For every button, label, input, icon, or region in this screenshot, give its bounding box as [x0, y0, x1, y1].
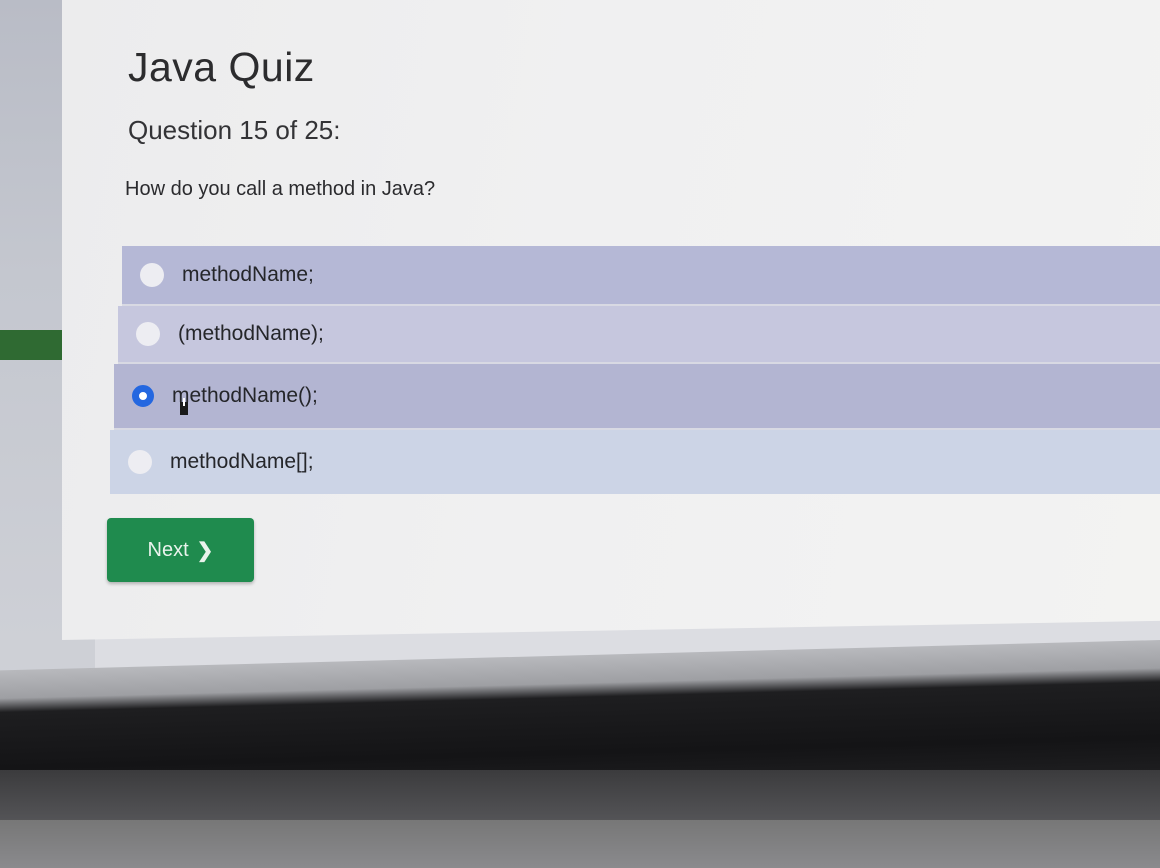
answer-option-1[interactable]: methodName;	[122, 246, 1160, 306]
monitor-screen: Java Quiz Question 15 of 25: How do you …	[0, 0, 1160, 690]
answer-option-label: (methodName);	[178, 322, 324, 345]
answer-option-label: methodName;	[182, 263, 314, 286]
radio-button-3-selected[interactable]	[132, 385, 154, 407]
text-cursor-icon	[180, 398, 188, 415]
question-text: How do you call a method in Java?	[125, 178, 436, 200]
answer-option-label: methodName[];	[170, 450, 314, 473]
chevron-right-icon: ❯	[196, 539, 214, 562]
question-progress: Question 15 of 25:	[128, 115, 341, 145]
radio-button-1[interactable]	[140, 263, 164, 287]
desk-edge	[0, 820, 1160, 868]
answer-option-4[interactable]: methodName[];	[110, 430, 1160, 494]
answer-option-label: methodName();	[172, 384, 318, 407]
quiz-title: Java Quiz	[128, 44, 315, 90]
answer-option-3[interactable]: methodName();	[114, 364, 1160, 430]
answer-option-2[interactable]: (methodName);	[118, 306, 1160, 364]
answer-options: methodName; (methodName); methodName(); …	[110, 246, 1160, 494]
radio-button-2[interactable]	[136, 322, 160, 346]
radio-button-4[interactable]	[128, 450, 152, 474]
next-button-label: Next	[147, 538, 189, 561]
next-button[interactable]: Next ❯	[107, 518, 254, 582]
